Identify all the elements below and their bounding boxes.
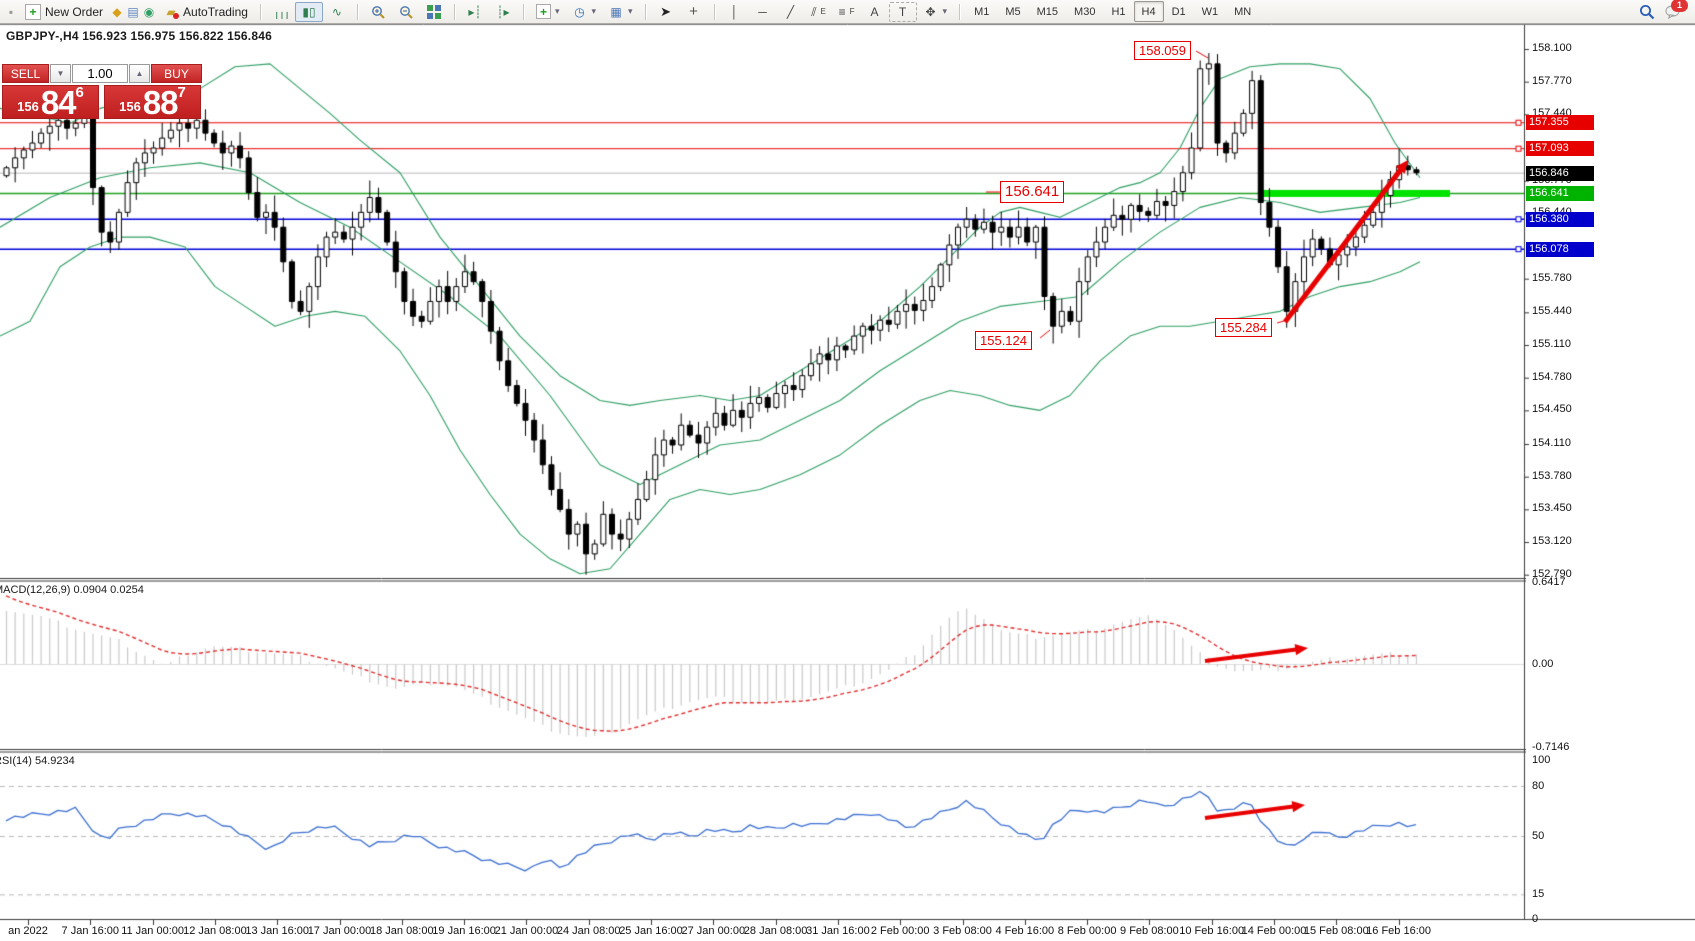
sell-price-prefix: 156 xyxy=(17,97,39,117)
sell-price-display[interactable]: 156 84 6 xyxy=(2,85,99,119)
buy-price-display[interactable]: 156 88 7 xyxy=(104,85,201,119)
buy-price-main: 88 xyxy=(143,89,178,117)
sell-button[interactable]: SELL xyxy=(2,64,49,83)
one-click-trading-panel: SELL ▼ 1.00 ▲ BUY 156 84 6 156 88 7 xyxy=(2,64,202,119)
volume-input[interactable]: 1.00 xyxy=(72,64,128,83)
chart-canvas[interactable] xyxy=(0,0,1695,941)
volume-increase-button[interactable]: ▲ xyxy=(129,64,150,83)
buy-price-pip: 7 xyxy=(178,87,186,99)
buy-price-prefix: 156 xyxy=(119,97,141,117)
sell-price-main: 84 xyxy=(41,89,76,117)
mt4-terminal-window: ▪ + New Order ◆ ▤ ◉ ▰ AutoTrading ╷╷╷ ▮▯… xyxy=(0,0,1695,941)
chart-window: GBPJPY-,H4 156.923 156.975 156.822 156.8… xyxy=(0,24,1695,941)
sell-price-pip: 6 xyxy=(76,87,84,99)
buy-button[interactable]: BUY xyxy=(151,64,202,83)
volume-decrease-button[interactable]: ▼ xyxy=(50,64,71,83)
